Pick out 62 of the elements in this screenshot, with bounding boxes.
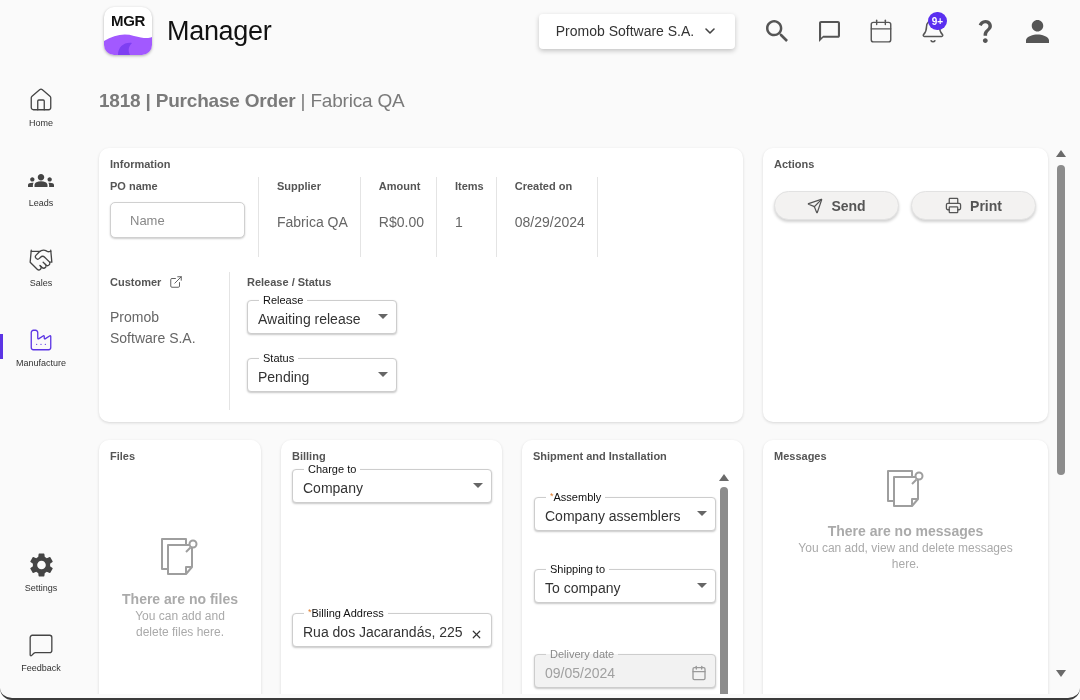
field-value: Promob Software S.A. [110, 308, 197, 348]
user-icon[interactable] [1025, 19, 1049, 43]
scrollbar-thumb[interactable] [1056, 165, 1065, 475]
field-label: Release / Status [247, 276, 333, 289]
section-title: Messages [774, 450, 828, 463]
logo-text: MGR [110, 12, 146, 30]
caret-icon [697, 583, 707, 588]
settings-icon [29, 553, 53, 577]
caret-icon [378, 314, 388, 319]
field-label: Items [454, 180, 484, 193]
field-value: 08/29/2024 [514, 214, 585, 231]
section-title: Files [110, 450, 137, 463]
house-icon [28, 87, 54, 113]
scroll-up-icon[interactable] [719, 474, 729, 481]
empty-state-title: There are no files [122, 591, 238, 608]
action-button[interactable]: Send [774, 191, 899, 220]
empty-state-title: There are no messages [827, 523, 984, 540]
wave-icon [104, 33, 152, 55]
caret-icon [378, 372, 388, 377]
section-title: Information [110, 158, 172, 171]
field-label: Customer [110, 276, 162, 289]
calendar-icon[interactable] [868, 18, 894, 44]
caret-icon [473, 483, 483, 488]
field-value: R$0.00 [378, 214, 424, 231]
section-title: Billing [292, 450, 327, 463]
field-value: 1 [454, 214, 464, 231]
company-dropdown[interactable]: Promob Software S.A. [539, 13, 735, 49]
field-label: Amount [378, 180, 422, 193]
action-button[interactable]: Print [911, 191, 1036, 220]
page-title: 1818 | Purchase Order | Fabrica QA [99, 90, 405, 112]
notification-badge: 9+ [928, 12, 947, 30]
search-icon[interactable] [766, 20, 788, 42]
field-label: Supplier [277, 180, 322, 193]
nav-item[interactable]: Sales [0, 238, 82, 318]
factory-icon [28, 327, 54, 353]
chat-icon[interactable] [818, 20, 840, 42]
name-input[interactable]: Name [110, 202, 245, 238]
people-icon [28, 173, 54, 187]
handshake-icon [28, 247, 54, 273]
nav-item[interactable]: Settings [0, 543, 82, 623]
empty-state-text: You can add and delete files here. [134, 608, 226, 640]
section-title: Shipment and Installation [533, 450, 668, 463]
help-icon[interactable] [978, 19, 992, 43]
caret-icon [697, 511, 707, 516]
field-value: Fabrica QA [277, 214, 348, 231]
notes-icon [885, 469, 926, 509]
nav-item[interactable]: Home [0, 78, 82, 158]
field-label: Created on [514, 180, 574, 193]
external-link-icon[interactable] [169, 274, 184, 289]
scroll-down-icon[interactable] [1055, 670, 1066, 677]
section-title: Actions [774, 158, 816, 171]
chat-bubble-icon [28, 632, 54, 658]
paper-plane-icon [807, 197, 824, 214]
empty-state-text: You can add, view and delete messages here. [797, 540, 1014, 572]
nav-item[interactable]: Leads [0, 158, 82, 238]
nav-item[interactable]: Feedback [0, 623, 82, 698]
notes-icon [160, 537, 200, 577]
nav-item[interactable]: Manufacture [0, 318, 82, 398]
printer-icon [945, 197, 963, 214]
scroll-up-icon[interactable] [1055, 150, 1066, 157]
app-name: Manager [167, 15, 272, 47]
field-label: PO name [110, 180, 159, 193]
